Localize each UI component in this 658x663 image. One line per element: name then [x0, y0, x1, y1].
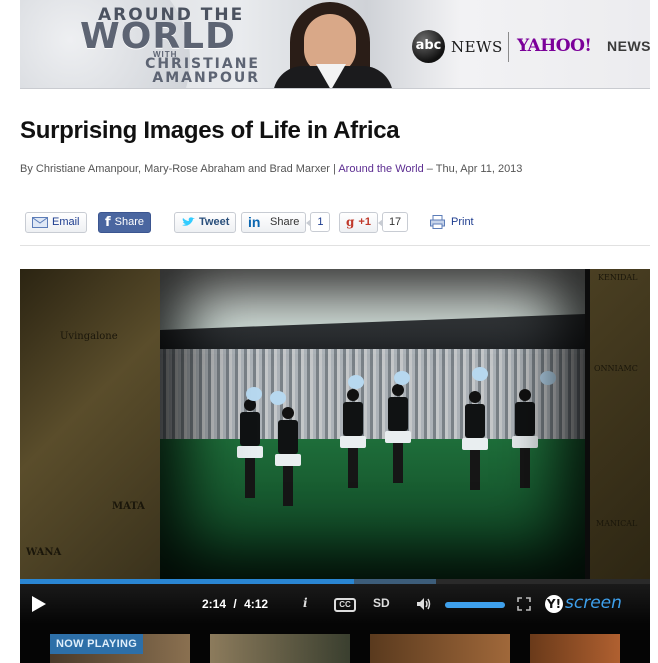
- video-thumbnail[interactable]: NOW PLAYING: [50, 634, 190, 663]
- host-photo: [268, 0, 403, 88]
- facebook-share[interactable]: f Share: [98, 211, 152, 233]
- byline-authors: By Christiane Amanpour, Mary-Rose Abraha…: [20, 163, 339, 175]
- linkedin-count: 1: [306, 212, 331, 232]
- article-title: Surprising Images of Life in Africa: [20, 117, 400, 144]
- byline-date: – Thu, Apr 11, 2013: [423, 163, 523, 175]
- toolbar-divider: [20, 245, 650, 246]
- yahoo-screen-logo: Y! screen: [545, 593, 622, 613]
- twitter-share[interactable]: Tweet: [174, 211, 237, 233]
- map-label: MANICAL: [596, 519, 638, 528]
- yahoo-y-icon: Y!: [545, 595, 563, 613]
- yahoo-news-label: NEWS: [607, 38, 650, 54]
- volume-icon[interactable]: [416, 596, 432, 612]
- map-label: MATA: [112, 501, 145, 512]
- gplus-label: +1: [358, 216, 371, 228]
- email-button[interactable]: Email: [25, 211, 87, 233]
- facebook-share-label: Share: [114, 216, 145, 228]
- banner-line-5: AMANPOUR: [152, 70, 260, 86]
- video-thumbnail[interactable]: [530, 634, 620, 663]
- envelope-icon: [32, 216, 48, 228]
- svg-text:in: in: [248, 214, 260, 230]
- closed-captions-button[interactable]: CC: [334, 598, 356, 612]
- linkedin-share[interactable]: in Share 1: [241, 211, 331, 233]
- tweet-label: Tweet: [199, 216, 230, 228]
- screen-brand: screen: [565, 593, 622, 613]
- linkedin-share-label: Share: [270, 216, 300, 228]
- banner-host-name: CHRISTIANE AMANPOUR: [100, 57, 260, 85]
- linkedin-share-button[interactable]: in Share: [241, 211, 307, 233]
- twitter-bird-icon: [182, 216, 195, 226]
- facebook-share-button[interactable]: f Share: [98, 211, 152, 233]
- map-label: WANA: [26, 547, 62, 558]
- tweet-button[interactable]: Tweet: [174, 211, 237, 233]
- byline-section-link[interactable]: Around the World: [338, 163, 423, 175]
- gplus-share[interactable]: g +1 17: [339, 211, 409, 233]
- show-banner: AROUND THE WORLD WITH CHRISTIANE AMANPOU…: [20, 0, 650, 89]
- video-thumbnail[interactable]: [210, 634, 350, 663]
- info-icon[interactable]: i: [303, 596, 308, 610]
- volume-slider[interactable]: [445, 602, 505, 608]
- now-playing-badge: NOW PLAYING: [50, 634, 144, 654]
- volume-level: [445, 602, 505, 608]
- map-background-right: KENIDAL ONNIAMC MANICAL: [590, 269, 650, 579]
- facebook-icon: f: [105, 214, 111, 230]
- print-link[interactable]: Print: [451, 216, 474, 228]
- gplus-button[interactable]: g +1: [339, 211, 378, 233]
- player-controls: 2:14 / 4:12 i CC SD Y! screen: [20, 584, 650, 624]
- time-separator: /: [233, 597, 237, 611]
- play-icon[interactable]: [32, 596, 46, 612]
- map-background-left: Uvingalone MATA WANA: [20, 269, 160, 579]
- abc-news-label: NEWS: [451, 38, 503, 56]
- related-video-strip: NOW PLAYING: [20, 624, 650, 663]
- abc-logo-icon: abc: [412, 30, 445, 63]
- logo-divider: [508, 32, 509, 62]
- sd-quality-button[interactable]: SD: [373, 596, 390, 610]
- time-display: 2:14 / 4:12: [202, 597, 268, 611]
- byline: By Christiane Amanpour, Mary-Rose Abraha…: [20, 163, 522, 175]
- email-label: Email: [52, 216, 80, 228]
- duration: 4:12: [244, 597, 269, 611]
- print-share[interactable]: Print: [430, 211, 474, 233]
- map-label: ONNIAMC: [594, 364, 638, 373]
- current-time: 2:14: [202, 597, 227, 611]
- video-player[interactable]: Uvingalone MATA WANA KENIDAL ONNIAMC MAN…: [20, 269, 650, 663]
- google-icon: g: [346, 215, 355, 229]
- map-label: KENIDAL: [598, 273, 638, 282]
- map-label: Uvingalone: [60, 331, 118, 342]
- linkedin-icon: in: [248, 214, 260, 230]
- video-frame: [160, 269, 585, 579]
- gplus-count: 17: [377, 212, 409, 232]
- printer-icon: [430, 215, 445, 229]
- email-share[interactable]: Email: [25, 211, 87, 233]
- video-thumbnail[interactable]: [370, 634, 510, 663]
- fullscreen-icon[interactable]: [517, 597, 531, 611]
- yahoo-logo: YAHOO!: [517, 36, 592, 56]
